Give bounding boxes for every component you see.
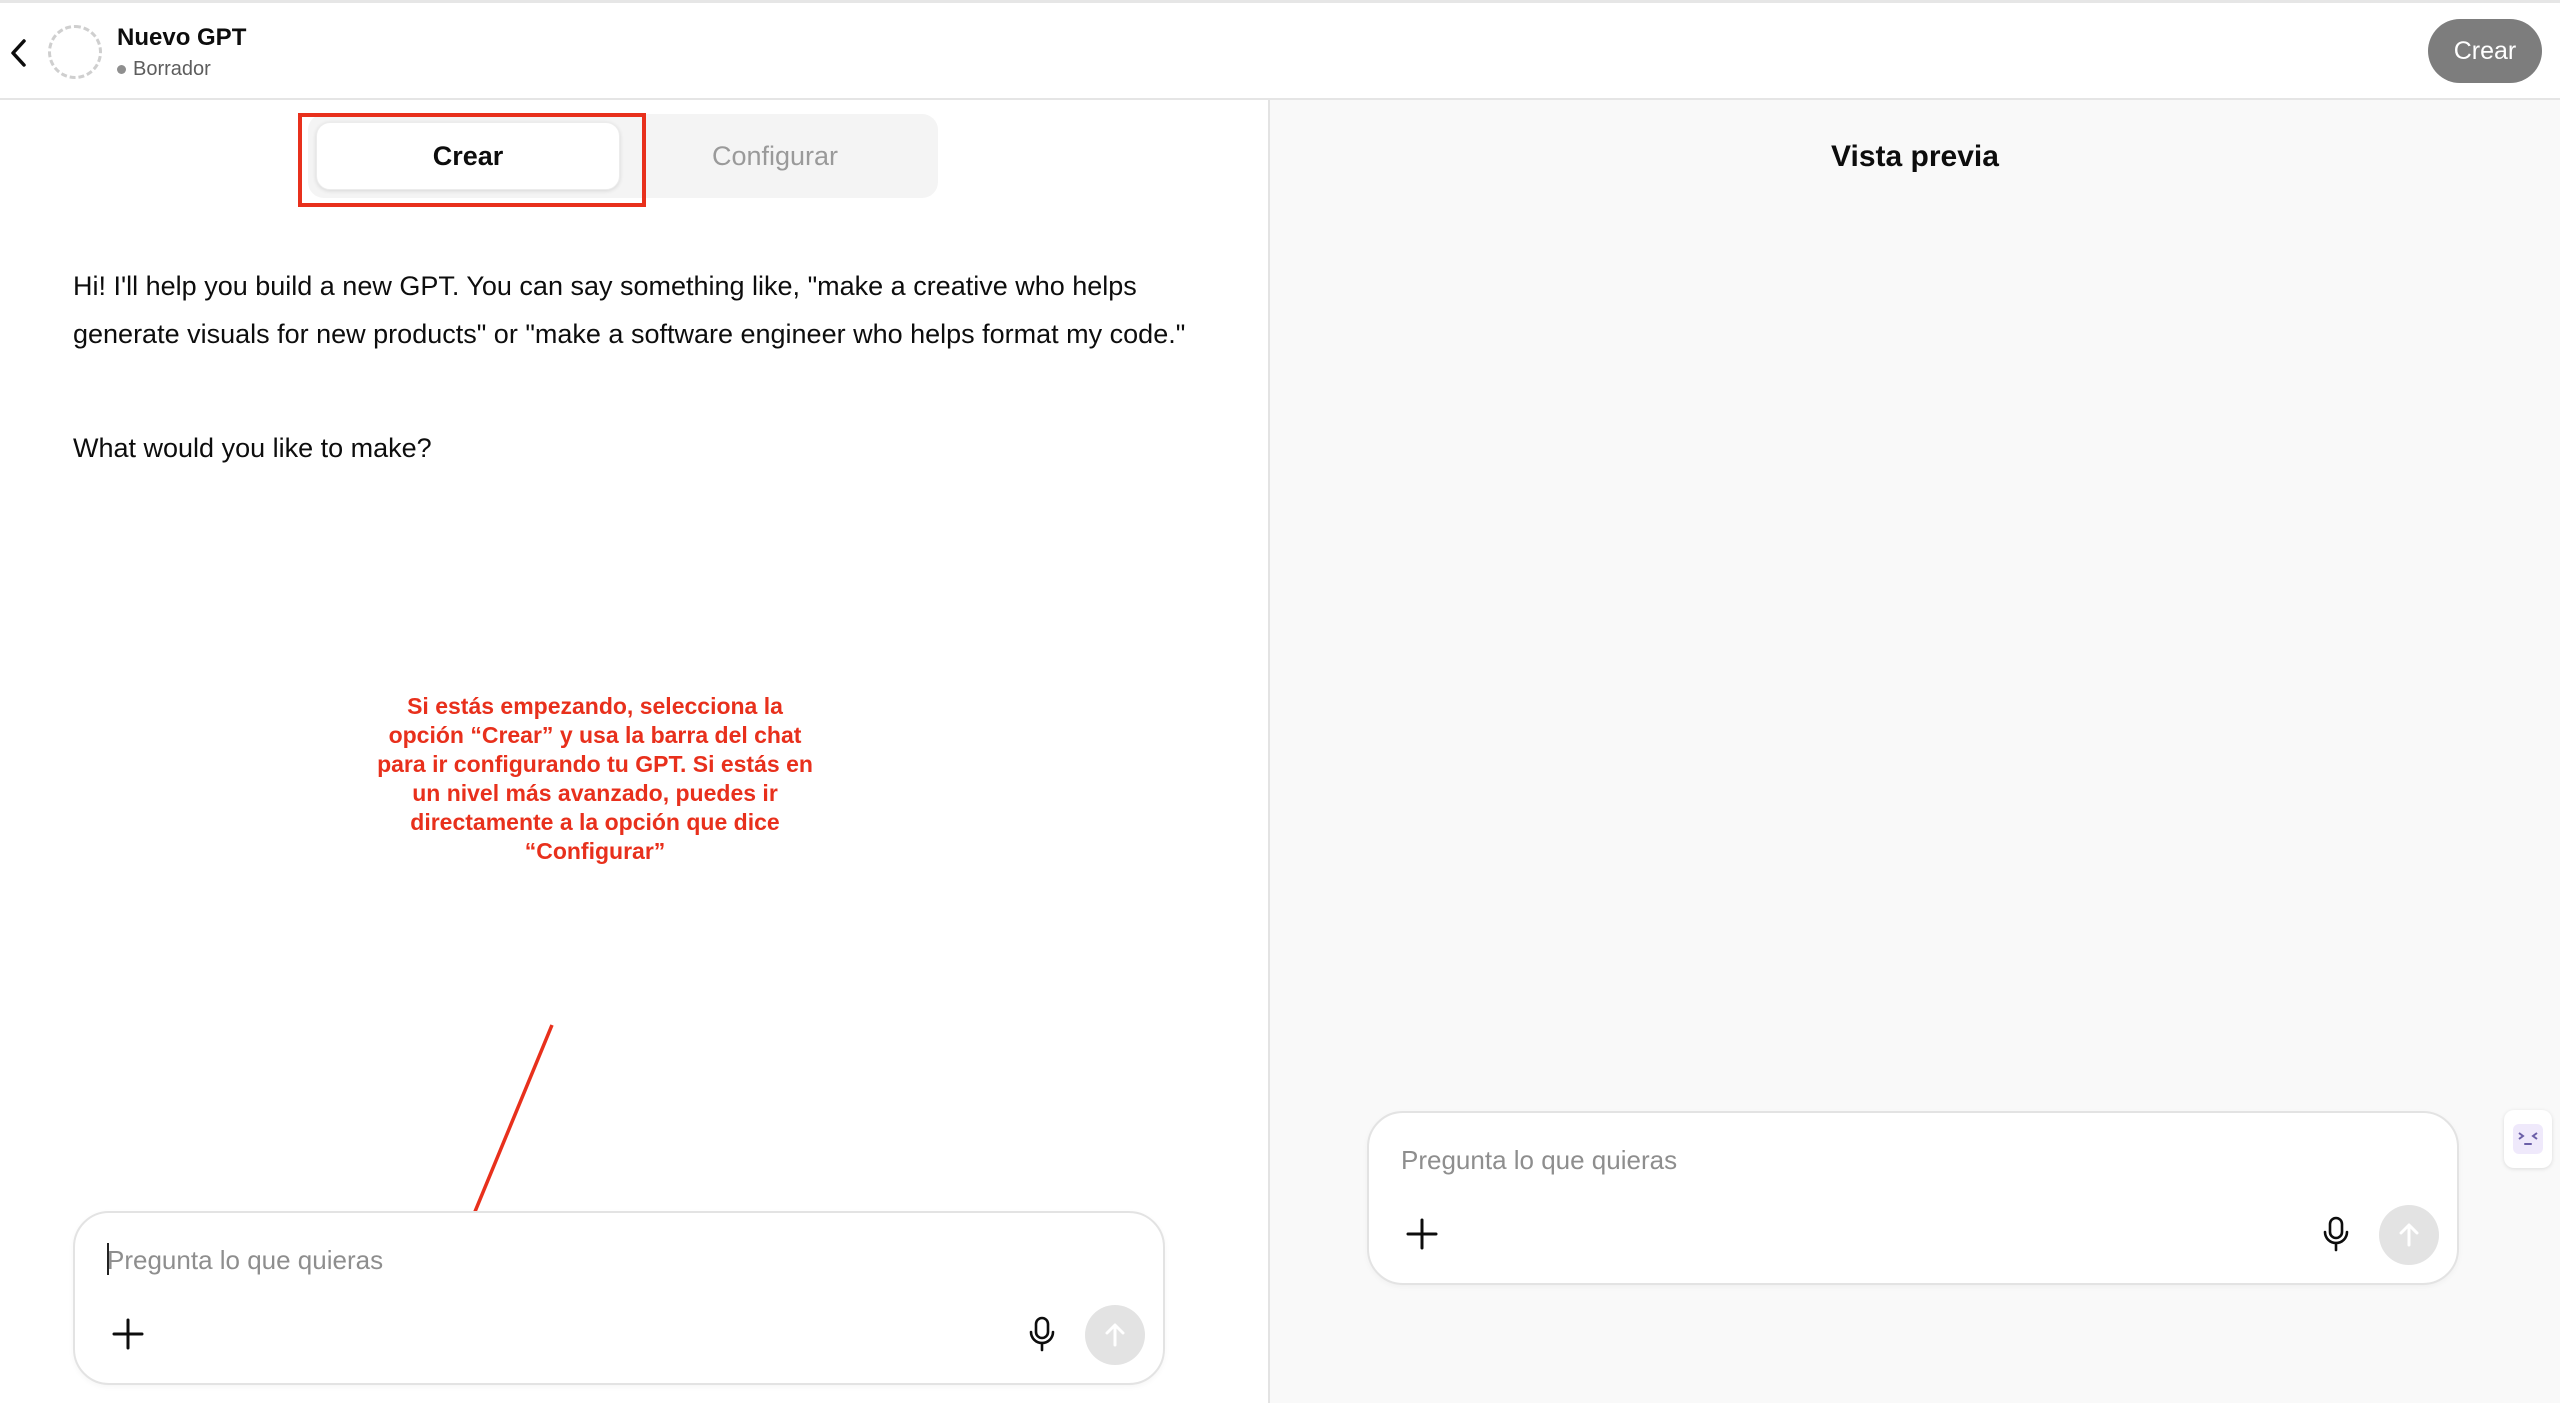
send-button[interactable] [1085,1305,1145,1365]
assistant-intro-message: Hi! I'll help you build a new GPT. You c… [73,271,1186,349]
annotation-note: Si estás empezando, selecciona la opción… [377,693,813,864]
preview-chat-input[interactable] [1399,1135,2403,1185]
preview-voice-input-button[interactable] [2317,1215,2355,1253]
voice-input-button[interactable] [1023,1315,1061,1353]
preview-send-button[interactable] [2379,1205,2439,1265]
assistant-question-message: What would you like to make? [73,433,432,463]
microphone-icon [1029,1316,1055,1352]
tab-configure[interactable]: Configurar [620,122,930,190]
back-button[interactable] [4,33,36,73]
microphone-icon [2323,1216,2349,1252]
text-cursor [107,1243,109,1275]
arrow-up-icon [1105,1323,1125,1347]
builder-chat-input[interactable] [105,1235,1109,1285]
gpt-name: Nuevo GPT [117,24,247,51]
builder-chat-composer [73,1211,1165,1385]
annotation-highlight-box [298,113,646,207]
preview-chat-composer [1367,1111,2459,1285]
floating-widget-button[interactable] [2504,1110,2552,1168]
status-dot-icon [117,65,126,74]
attach-button[interactable] [105,1311,151,1357]
plus-icon [112,1318,144,1350]
face-emoji-icon [2513,1124,2543,1154]
gpt-status: Borrador [117,58,211,81]
preview-attach-button[interactable] [1399,1211,1445,1257]
arrow-up-icon [2399,1223,2419,1247]
create-gpt-button[interactable]: Crear [2428,19,2542,83]
chevron-left-icon [11,39,26,67]
builder-pane: Crear Configurar Hi! I'll help you build… [0,100,1268,1403]
preview-title: Vista previa [1831,140,1999,173]
gpt-avatar[interactable] [48,25,102,79]
plus-icon [1406,1218,1438,1250]
header-bar: Nuevo GPT Borrador Crear [0,3,2560,100]
status-label: Borrador [133,58,211,80]
